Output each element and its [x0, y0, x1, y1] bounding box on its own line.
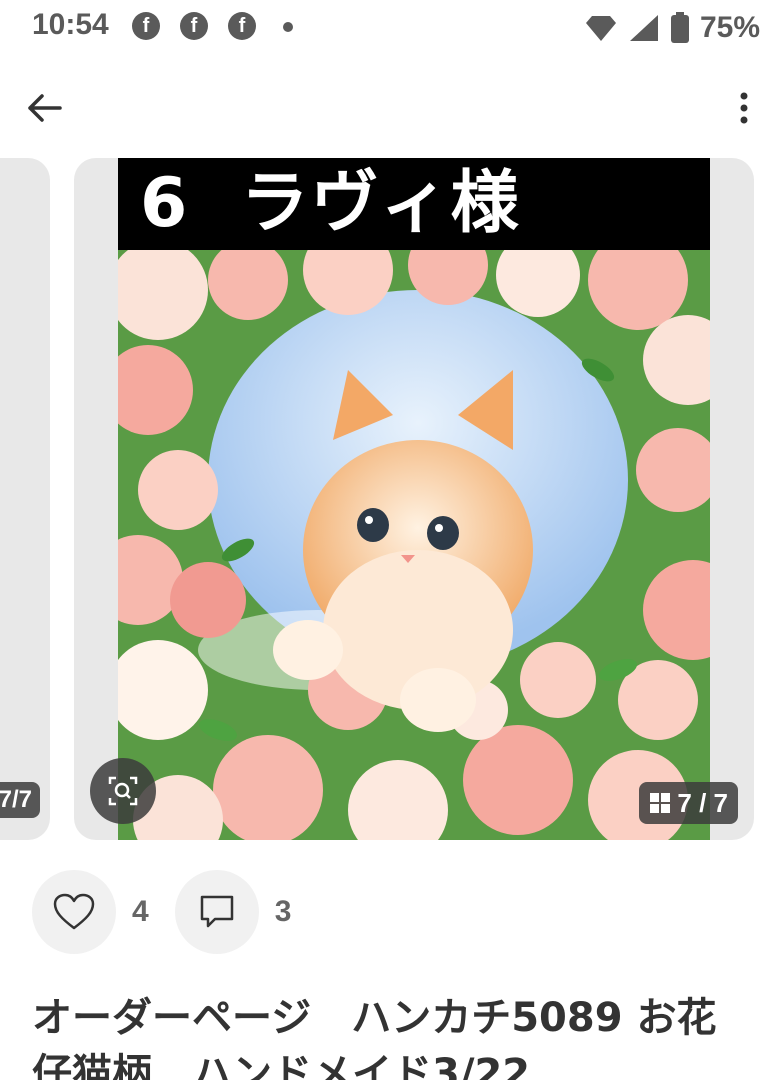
signal-icon [629, 15, 658, 41]
previous-slide-counter: 7/7 [0, 782, 40, 818]
current-slide[interactable]: 6 ラヴィ様 7 / 7 [74, 158, 754, 840]
more-notifications-dot [283, 22, 293, 32]
action-row: 4 3 [32, 870, 291, 954]
comment-count: 3 [274, 895, 292, 928]
comment-button[interactable] [174, 870, 259, 954]
facebook-icon: f [180, 12, 208, 40]
photo-banner-text: 6 ラヴィ様 [118, 158, 710, 250]
wifi-icon [585, 16, 616, 41]
image-counter-text: 7 / 7 [677, 787, 728, 818]
lens-search-icon [108, 776, 138, 806]
like-count: 4 [132, 895, 149, 928]
comment-icon [200, 895, 233, 928]
like-button[interactable] [32, 870, 116, 954]
status-time: 10:54 [32, 8, 109, 41]
image-counter[interactable]: 7 / 7 [639, 782, 738, 824]
status-indicators: 75% [584, 8, 760, 48]
visual-search-button[interactable] [90, 758, 156, 824]
image-carousel[interactable]: 7/7 6 ラヴィ様 7 / 7 [0, 158, 784, 840]
battery-percent: 75% [699, 11, 760, 44]
grid-icon [650, 793, 671, 813]
arrow-left-icon [28, 94, 62, 122]
battery-icon [670, 12, 689, 43]
item-title: オーダーページ ハンカチ5089 お花 仔猫柄 ハンドメイド3/22 [32, 995, 757, 1080]
toolbar [0, 76, 784, 140]
more-options-button[interactable] [732, 88, 756, 128]
product-photo[interactable]: 6 ラヴィ様 [118, 158, 710, 840]
status-bar: 10:54 f f f 75% [0, 0, 784, 56]
kitten-flowers-image [118, 250, 710, 840]
facebook-icon: f [132, 12, 160, 40]
previous-slide[interactable]: 7/7 [0, 158, 50, 840]
facebook-icon: f [228, 12, 256, 40]
heart-icon [53, 893, 95, 930]
more-vertical-icon [740, 92, 748, 124]
back-button[interactable] [24, 88, 68, 128]
